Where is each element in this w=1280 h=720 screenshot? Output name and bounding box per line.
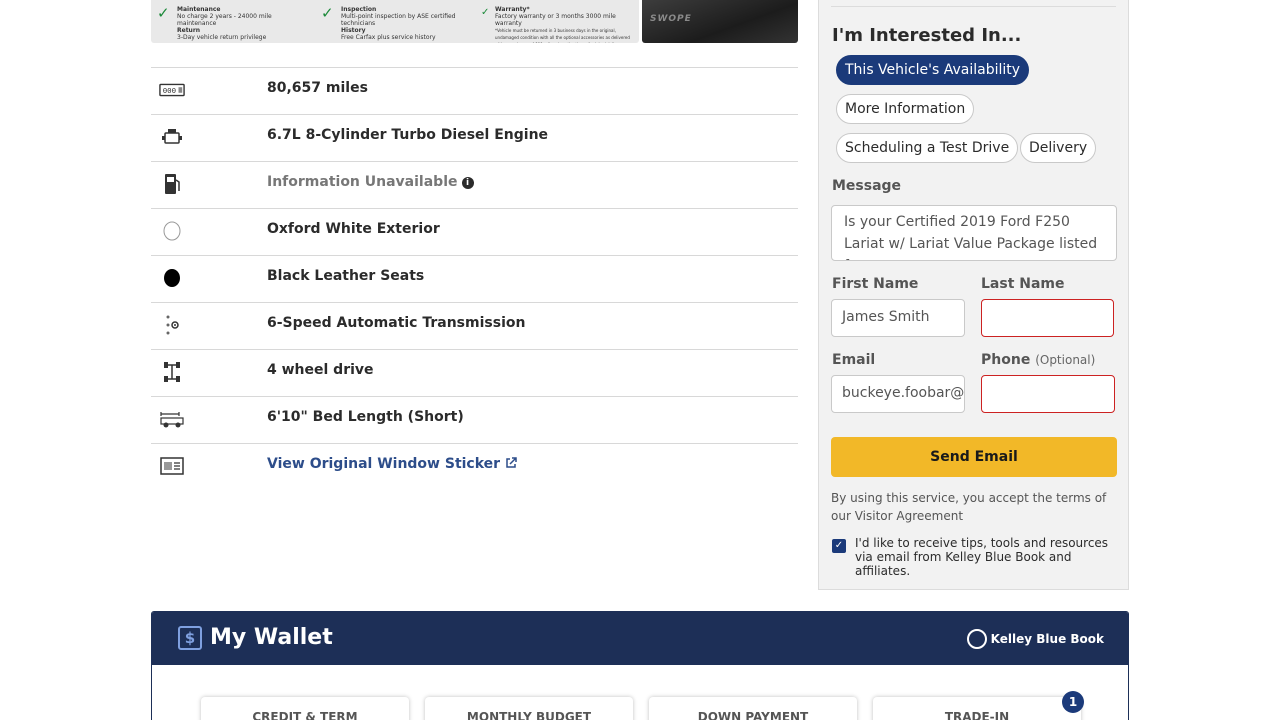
form-title: I'm Interested In... bbox=[832, 25, 1022, 46]
feature-text: Free Carfax plus service history bbox=[341, 34, 436, 41]
feature-inspection: ✓ Inspection Multi-point inspection by A… bbox=[321, 2, 471, 42]
message-label: Message bbox=[832, 178, 902, 194]
kbb-brand-text: Kelley Blue Book bbox=[990, 632, 1104, 646]
step-badge: 1 bbox=[1062, 691, 1084, 713]
tab-trade-in[interactable]: TRADE-IN bbox=[873, 697, 1081, 720]
spec-row-exterior: Oxford White Exterior bbox=[151, 208, 798, 255]
vehicle-photo[interactable]: SWOPE bbox=[642, 0, 798, 43]
spec-row-bed-length: 6'10" Bed Length (Short) bbox=[151, 396, 798, 443]
last-name-input[interactable] bbox=[981, 299, 1114, 337]
interior-color-icon bbox=[159, 267, 185, 289]
optin-label: I'd like to receive tips, tools and reso… bbox=[855, 536, 1109, 578]
dealer-logo: SWOPE bbox=[650, 14, 692, 24]
page: ✓ Maintenance No charge 2 years - 24000 … bbox=[0, 0, 1280, 720]
spec-bed-length: 6'10" Bed Length (Short) bbox=[267, 409, 464, 425]
kbb-logo[interactable]: Kelley Blue Book bbox=[966, 626, 1104, 652]
info-icon[interactable]: i bbox=[461, 177, 474, 189]
feature-warranty: ✓ Warranty* Factory warranty or 3 months… bbox=[481, 2, 636, 44]
contact-dealer-form: I'm Interested In... This Vehicle's Avai… bbox=[818, 0, 1129, 590]
feature-title: Return bbox=[177, 27, 201, 34]
feature-title: History bbox=[341, 27, 366, 34]
divider bbox=[831, 6, 1116, 7]
certified-features-banner: ✓ Maintenance No charge 2 years - 24000 … bbox=[151, 0, 639, 43]
spec-row-engine: 6.7L 8-Cylinder Turbo Diesel Engine bbox=[151, 114, 798, 161]
drivetrain-icon bbox=[159, 361, 185, 383]
spec-mileage: 80,657 miles bbox=[267, 80, 368, 96]
option-more-information[interactable]: More Information bbox=[836, 94, 975, 124]
kbb-seal-icon bbox=[966, 629, 987, 649]
svg-text:000: 000 bbox=[163, 86, 176, 95]
feature-maintenance: ✓ Maintenance No charge 2 years - 24000 … bbox=[157, 2, 307, 42]
phone-label: Phone (Optional) bbox=[981, 352, 1095, 368]
transmission-icon bbox=[159, 314, 185, 336]
truck-bed-icon bbox=[159, 408, 185, 430]
checkmark-icon: ✓ bbox=[481, 7, 490, 18]
spec-row-drivetrain: 4 wheel drive bbox=[151, 349, 798, 396]
feature-text: No charge 2 years - 24000 mile maintenan… bbox=[177, 13, 272, 27]
spec-row-fuel: Information Unavailable i bbox=[151, 161, 798, 208]
spec-row-transmission: 6-Speed Automatic Transmission bbox=[151, 302, 798, 349]
checkmark-icon: ✓ bbox=[321, 4, 334, 22]
tab-monthly-budget[interactable]: MONTHLY BUDGET bbox=[425, 697, 633, 720]
option-vehicle-availability[interactable]: This Vehicle's Availability bbox=[836, 55, 1030, 85]
my-wallet-panel: $ My Wallet Kelley Blue Book CREDIT & TE… bbox=[151, 611, 1129, 720]
phone-label-text: Phone bbox=[981, 352, 1031, 368]
spec-fuel-text: Information Unavailable bbox=[267, 174, 458, 190]
spec-exterior-color: Oxford White Exterior bbox=[267, 221, 440, 237]
phone-input[interactable] bbox=[981, 375, 1115, 413]
wallet-header: $ My Wallet Kelley Blue Book bbox=[152, 612, 1128, 665]
send-email-button[interactable]: Send Email bbox=[831, 437, 1117, 477]
spec-engine: 6.7L 8-Cylinder Turbo Diesel Engine bbox=[267, 127, 549, 143]
phone-optional-hint: (Optional) bbox=[1035, 353, 1096, 367]
spec-drivetrain: 4 wheel drive bbox=[267, 362, 374, 378]
email-input[interactable]: buckeye.foobar@ bbox=[831, 375, 965, 413]
external-link-icon bbox=[506, 457, 517, 468]
optin-checkbox[interactable]: ✓ bbox=[832, 539, 846, 553]
tab-credit-term[interactable]: CREDIT & TERM bbox=[201, 697, 409, 720]
spec-row-mileage: 000 80,657 miles bbox=[151, 67, 798, 114]
wallet-icon: $ bbox=[178, 626, 202, 650]
wallet-title: My Wallet bbox=[210, 625, 333, 650]
first-name-input[interactable]: James Smith bbox=[831, 299, 965, 337]
window-sticker-icon bbox=[159, 455, 185, 477]
vehicle-specs-list: 000 80,657 miles 6.7L 8-Cylinder Turbo D… bbox=[151, 67, 798, 490]
tab-down-payment[interactable]: DOWN PAYMENT bbox=[649, 697, 857, 720]
spec-row-window-sticker: View Original Window Sticker bbox=[151, 443, 798, 490]
spec-transmission: 6-Speed Automatic Transmission bbox=[267, 315, 526, 331]
window-sticker-link[interactable]: View Original Window Sticker bbox=[267, 456, 517, 472]
visitor-agreement-link[interactable]: Visitor Agreement bbox=[855, 509, 963, 523]
odometer-icon: 000 bbox=[159, 79, 185, 101]
message-textarea[interactable]: Is your Certified 2019 Ford F250 Lariat … bbox=[831, 205, 1117, 261]
engine-icon bbox=[159, 126, 185, 148]
feature-fine-print: *Vehicle must be returned in 3 business … bbox=[495, 28, 630, 44]
feature-text: Multi-point inspection by ASE certified … bbox=[341, 13, 456, 27]
feature-text: Factory warranty or 3 months 3000 mile w… bbox=[495, 13, 616, 27]
fuel-pump-icon bbox=[159, 173, 185, 195]
window-sticker-text: View Original Window Sticker bbox=[267, 456, 501, 472]
email-label: Email bbox=[832, 352, 876, 368]
feature-text: 3-Day vehicle return privilege bbox=[177, 34, 267, 41]
spec-row-interior: Black Leather Seats bbox=[151, 255, 798, 302]
option-test-drive[interactable]: Scheduling a Test Drive bbox=[836, 133, 1019, 163]
feature-title: Warranty* bbox=[495, 6, 530, 13]
checkmark-icon: ✓ bbox=[157, 4, 170, 22]
terms-notice: By using this service, you accept the te… bbox=[831, 489, 1121, 525]
first-name-label: First Name bbox=[832, 276, 919, 292]
spec-interior: Black Leather Seats bbox=[267, 268, 425, 284]
feature-title: Maintenance bbox=[177, 6, 221, 13]
spec-fuel-economy: Information Unavailable i bbox=[267, 174, 474, 190]
option-delivery[interactable]: Delivery bbox=[1020, 133, 1097, 163]
last-name-label: Last Name bbox=[981, 276, 1065, 292]
exterior-color-icon bbox=[159, 220, 185, 242]
feature-title: Inspection bbox=[341, 6, 377, 13]
